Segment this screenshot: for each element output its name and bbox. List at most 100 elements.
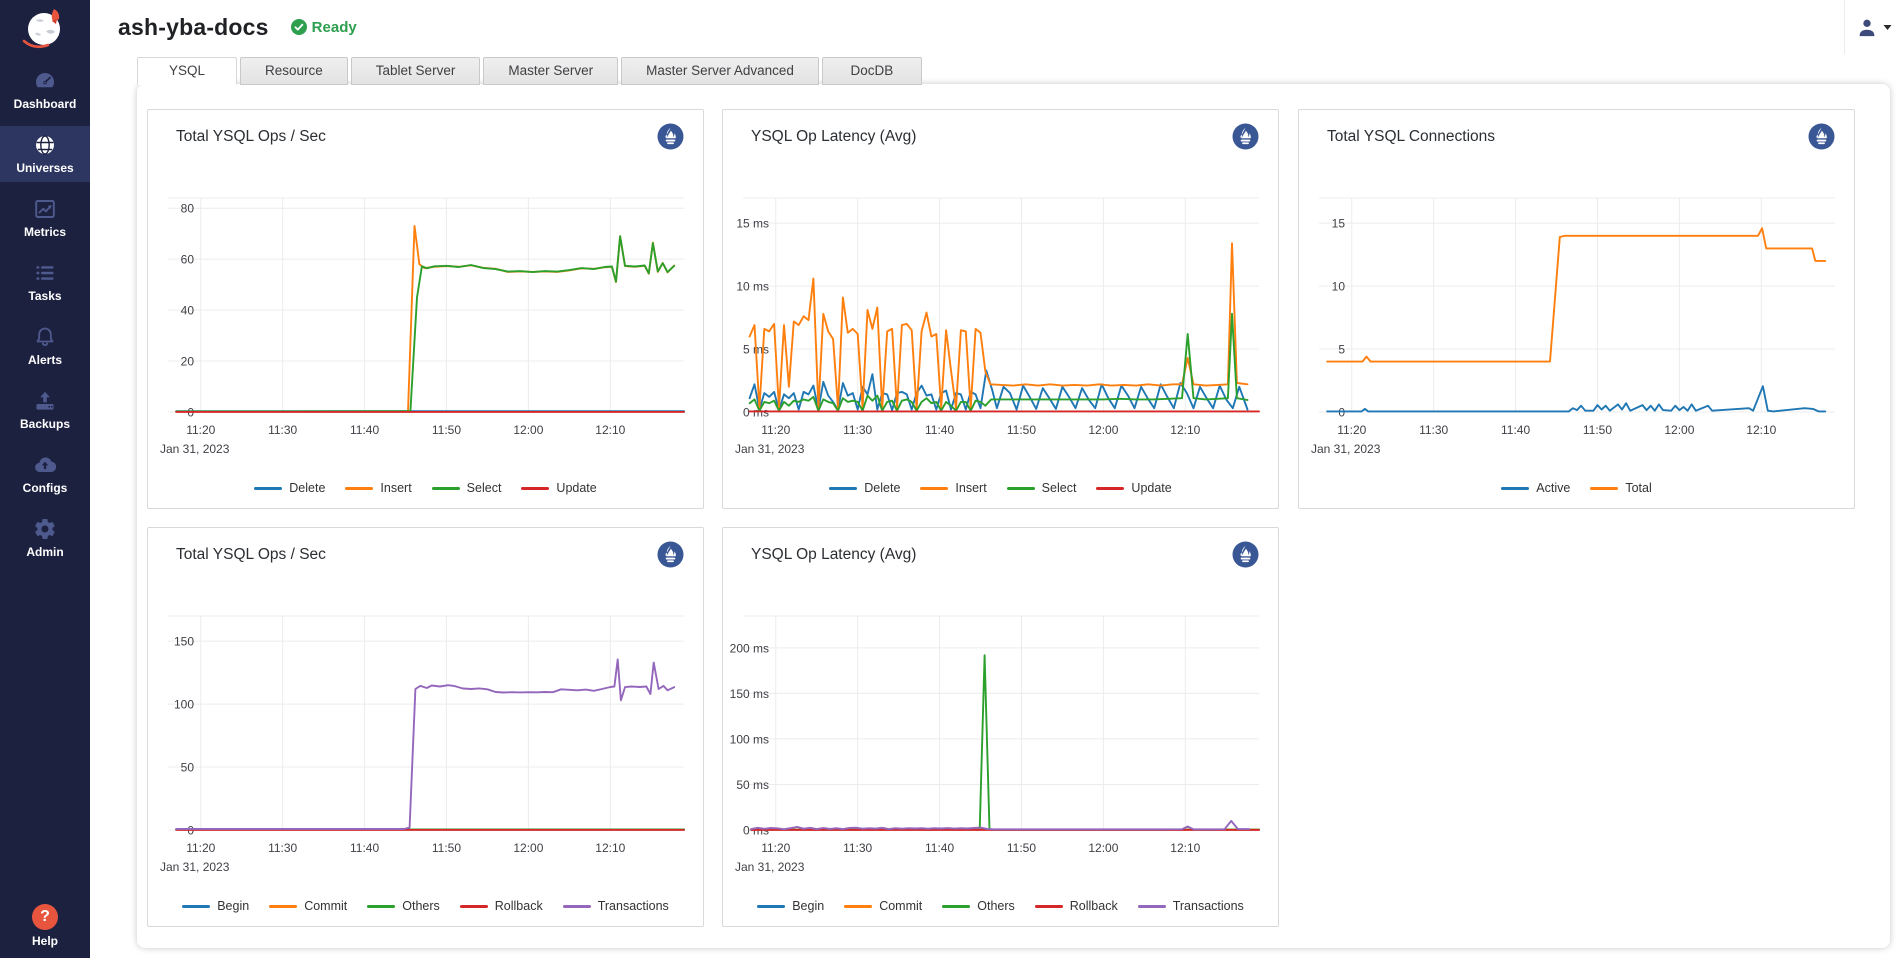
svg-text:11:50: 11:50: [432, 423, 461, 437]
globe-icon: [33, 133, 57, 157]
user-menu[interactable]: [1844, 0, 1902, 54]
chart-canvas: 05010015011:2011:3011:4011:5012:0012:10J…: [148, 528, 703, 926]
legend-label: Others: [977, 899, 1015, 913]
legend-item-commit[interactable]: Commit: [269, 899, 347, 913]
svg-text:20: 20: [181, 355, 195, 369]
tab-master-server[interactable]: Master Server: [483, 57, 618, 85]
tab-tablet-server[interactable]: Tablet Server: [351, 57, 481, 85]
legend-label: Insert: [955, 481, 986, 495]
sidebar-item-configs[interactable]: Configs: [0, 446, 90, 502]
sidebar-item-help[interactable]: ? Help: [0, 904, 90, 948]
legend-item-select[interactable]: Select: [432, 481, 502, 495]
svg-text:12:00: 12:00: [1664, 423, 1694, 437]
legend-swatch: [432, 487, 460, 490]
svg-text:12:10: 12:10: [1170, 423, 1200, 437]
legend-item-update[interactable]: Update: [1096, 481, 1171, 495]
legend-item-update[interactable]: Update: [521, 481, 596, 495]
sidebar-item-admin[interactable]: Admin: [0, 510, 90, 566]
sidebar-item-metrics[interactable]: Metrics: [0, 190, 90, 246]
chart-canvas: 02040608011:2011:3011:4011:5012:0012:10J…: [148, 110, 703, 508]
tab-master-server-advanced[interactable]: Master Server Advanced: [621, 57, 819, 85]
legend-item-begin[interactable]: Begin: [182, 899, 249, 913]
cloud-upload-icon: [33, 453, 57, 477]
chart-legend: Begin Commit Others Rollback Transactions: [723, 899, 1278, 913]
svg-text:12:00: 12:00: [1088, 841, 1118, 855]
page-title: ash-yba-docs: [118, 14, 269, 41]
chart-line-icon: [33, 197, 57, 221]
legend-swatch: [757, 905, 785, 908]
legend-item-insert[interactable]: Insert: [920, 481, 986, 495]
sidebar-item-label: Universes: [16, 161, 73, 175]
sidebar-item-backups[interactable]: Backups: [0, 382, 90, 438]
legend-item-transactions[interactable]: Transactions: [563, 899, 669, 913]
list-icon: [33, 261, 57, 285]
legend-label: Delete: [289, 481, 325, 495]
legend-swatch: [563, 905, 591, 908]
prometheus-link-icon[interactable]: [657, 123, 684, 150]
legend-label: Insert: [380, 481, 411, 495]
legend-label: Total: [1625, 481, 1651, 495]
svg-text:11:20: 11:20: [186, 841, 215, 855]
tab-ysql[interactable]: YSQL: [137, 57, 237, 85]
svg-text:11:30: 11:30: [843, 841, 872, 855]
sidebar-item-tasks[interactable]: Tasks: [0, 254, 90, 310]
tab-resource[interactable]: Resource: [240, 57, 348, 85]
chart-legend: Delete Insert Select Update: [148, 481, 703, 495]
sidebar-item-label: Backups: [20, 417, 70, 431]
legend-swatch: [829, 487, 857, 490]
legend-item-active[interactable]: Active: [1501, 481, 1570, 495]
chart-canvas: 0 ms5 ms10 ms15 ms11:2011:3011:4011:5012…: [723, 110, 1278, 508]
prometheus-link-icon[interactable]: [1232, 123, 1259, 150]
legend-item-others[interactable]: Others: [367, 899, 440, 913]
chart-card-ysql-op-latency: YSQL Op Latency (Avg) 0 ms5 ms10 ms15 ms…: [722, 109, 1279, 509]
legend-item-others[interactable]: Others: [942, 899, 1015, 913]
svg-text:Jan 31, 2023: Jan 31, 2023: [735, 442, 805, 456]
topbar: ash-yba-docs Ready: [90, 0, 1902, 54]
legend-item-rollback[interactable]: Rollback: [460, 899, 543, 913]
prometheus-link-icon[interactable]: [1808, 123, 1835, 150]
sidebar-nav: Dashboard Universes Metrics Tasks Alerts Back…: [0, 62, 90, 574]
legend-label: Rollback: [495, 899, 543, 913]
legend-item-begin[interactable]: Begin: [757, 899, 824, 913]
legend-item-insert[interactable]: Insert: [345, 481, 411, 495]
legend-item-transactions[interactable]: Transactions: [1138, 899, 1244, 913]
legend-item-total[interactable]: Total: [1590, 481, 1651, 495]
person-icon: [1856, 16, 1878, 38]
chart-legend: Begin Commit Others Rollback Transactions: [148, 899, 703, 913]
legend-item-rollback[interactable]: Rollback: [1035, 899, 1118, 913]
check-circle-icon: [291, 19, 307, 35]
rocket-globe-logo-icon: [16, 5, 74, 51]
yugabyte-logo[interactable]: [0, 0, 90, 56]
sidebar-item-label: Dashboard: [14, 97, 77, 111]
svg-text:15 ms: 15 ms: [736, 217, 769, 231]
svg-text:50 ms: 50 ms: [736, 778, 769, 792]
legend-swatch: [460, 905, 488, 908]
legend-item-delete[interactable]: Delete: [254, 481, 325, 495]
legend-swatch: [942, 905, 970, 908]
legend-swatch: [182, 905, 210, 908]
legend-item-delete[interactable]: Delete: [829, 481, 900, 495]
sidebar-item-alerts[interactable]: Alerts: [0, 318, 90, 374]
sidebar-item-universes[interactable]: Universes: [0, 126, 90, 182]
chart-title: YSQL Op Latency (Avg): [751, 546, 916, 564]
prometheus-link-icon[interactable]: [657, 541, 684, 568]
legend-label: Commit: [879, 899, 922, 913]
legend-label: Others: [402, 899, 440, 913]
gauge-icon: [33, 69, 57, 93]
sidebar-item-label: Alerts: [28, 353, 62, 367]
legend-label: Begin: [217, 899, 249, 913]
legend-swatch: [920, 487, 948, 490]
prometheus-link-icon[interactable]: [1232, 541, 1259, 568]
svg-text:12:10: 12:10: [1170, 841, 1200, 855]
legend-item-select[interactable]: Select: [1007, 481, 1077, 495]
svg-text:12:10: 12:10: [595, 423, 625, 437]
sidebar-item-dashboard[interactable]: Dashboard: [0, 62, 90, 118]
chart-title: YSQL Op Latency (Avg): [751, 128, 916, 146]
tab-docdb[interactable]: DocDB: [822, 57, 922, 85]
svg-text:15: 15: [1332, 217, 1346, 231]
legend-swatch: [1035, 905, 1063, 908]
svg-text:100: 100: [174, 698, 194, 712]
svg-text:80: 80: [181, 202, 195, 216]
legend-item-commit[interactable]: Commit: [844, 899, 922, 913]
chart-title: Total YSQL Connections: [1327, 128, 1495, 146]
